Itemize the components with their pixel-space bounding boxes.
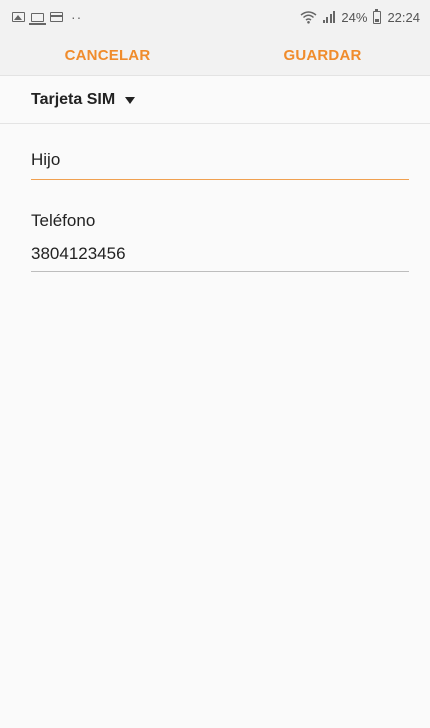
- more-notifications-icon: ··: [71, 9, 83, 25]
- image-icon: [12, 12, 25, 22]
- name-input[interactable]: [31, 142, 409, 178]
- cancel-button[interactable]: CANCELAR: [0, 34, 215, 76]
- screen-icon: [50, 12, 63, 22]
- phone-input[interactable]: [31, 238, 409, 270]
- status-bar: ·· 24% 22:24: [0, 0, 430, 34]
- status-left: ··: [12, 9, 82, 25]
- signal-icon: [322, 11, 336, 23]
- wifi-icon: [300, 11, 317, 24]
- phone-label: Teléfono: [31, 211, 96, 230]
- battery-percent: 24%: [341, 9, 368, 25]
- status-right: 24% 22:24: [300, 8, 420, 25]
- save-button[interactable]: GUARDAR: [215, 34, 430, 76]
- sim-selector[interactable]: Tarjeta SIM: [0, 76, 430, 124]
- battery-icon: [373, 8, 382, 24]
- laptop-icon: [29, 12, 46, 25]
- sim-selector-label: Tarjeta SIM: [31, 90, 116, 108]
- clock: 22:24: [387, 9, 420, 25]
- action-bar: CANCELAR GUARDAR: [0, 34, 430, 76]
- phone-field: [31, 238, 409, 272]
- dropdown-arrow-icon: [125, 97, 136, 104]
- name-field: [31, 142, 409, 180]
